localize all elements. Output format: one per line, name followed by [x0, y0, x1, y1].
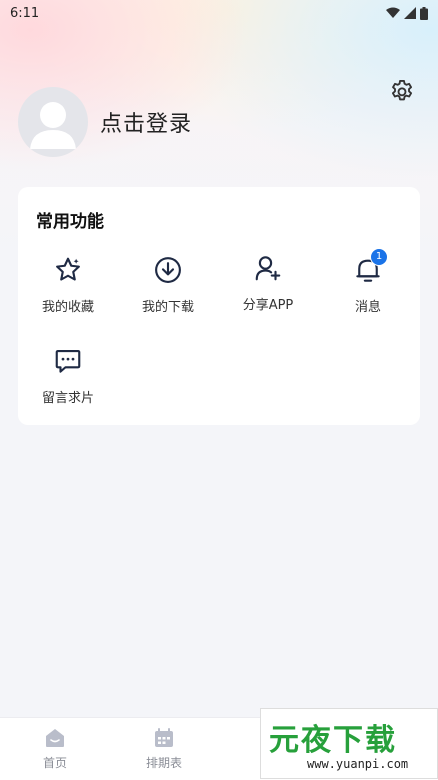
- feature-label: 留言求片: [41, 391, 94, 406]
- settings-button[interactable]: [388, 78, 416, 106]
- common-functions-card: 常用功能 我的收藏 我的下载 分享APP 1 消息 留言求片: [18, 187, 420, 425]
- feature-messages[interactable]: 1 消息: [318, 248, 418, 315]
- add-user-icon: [252, 252, 284, 284]
- tab-label: 首页: [42, 756, 67, 770]
- user-silhouette-icon: [30, 102, 76, 149]
- feature-share-app[interactable]: 分享APP: [218, 252, 318, 313]
- watermark-logo: 元夜下载 www.yuanpi.com: [260, 708, 438, 779]
- feature-label: 消息: [354, 300, 381, 315]
- download-icon: [152, 254, 184, 286]
- watermark-url: www.yuanpi.com: [307, 757, 409, 771]
- avatar[interactable]: [18, 87, 88, 157]
- feature-request-movie[interactable]: 留言求片: [18, 345, 118, 406]
- feature-label: 我的下载: [141, 300, 194, 315]
- bell-icon: 1: [352, 248, 388, 286]
- status-bar: 6:11: [0, 0, 438, 26]
- unread-badge: 1: [370, 248, 388, 266]
- battery-icon: [420, 6, 428, 20]
- status-time: 6:11: [10, 5, 40, 21]
- gear-icon: [391, 79, 413, 101]
- tab-schedule[interactable]: 排期表: [124, 726, 204, 771]
- feature-label: 我的收藏: [41, 300, 94, 315]
- home-icon: [46, 729, 64, 747]
- tab-label: 排期表: [145, 756, 182, 770]
- watermark-main-text: 元夜下载: [269, 723, 397, 758]
- feature-favorites[interactable]: 我的收藏: [18, 254, 118, 315]
- feature-label: 分享APP: [242, 298, 294, 313]
- wifi-icon: [386, 7, 400, 18]
- feature-downloads[interactable]: 我的下载: [118, 254, 218, 315]
- signal-icon: [404, 7, 416, 19]
- login-text[interactable]: 点击登录: [100, 106, 192, 138]
- star-icon: [52, 254, 84, 286]
- status-icons: [386, 6, 428, 20]
- message-icon: [52, 345, 84, 377]
- card-title: 常用功能: [36, 212, 104, 232]
- calendar-icon: [155, 728, 173, 747]
- tab-home[interactable]: 首页: [15, 726, 95, 771]
